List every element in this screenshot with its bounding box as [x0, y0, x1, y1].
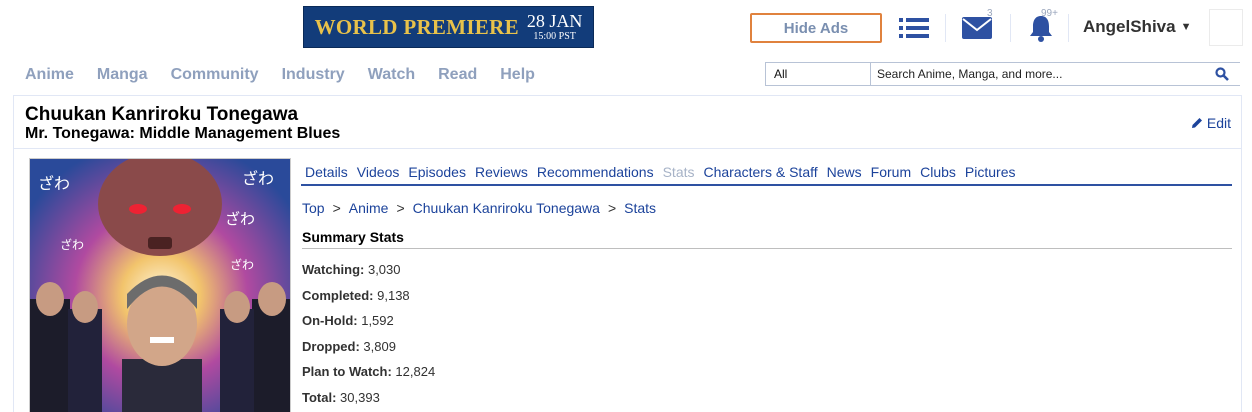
stat-plan-to-watch: Plan to Watch: 12,824 [302, 364, 435, 379]
svg-text:ざわ: ざわ [38, 174, 70, 193]
stat-completed: Completed: 9,138 [302, 288, 410, 303]
nav-anime[interactable]: Anime [25, 66, 74, 84]
page-subtitle: Mr. Tonegawa: Middle Management Blues [25, 125, 341, 142]
stat-value: 3,030 [367, 262, 401, 277]
stat-total: Total: 30,393 [302, 390, 380, 405]
tab-forum[interactable]: Forum [871, 164, 911, 184]
promo-banner[interactable]: WORLD PREMIERE 28 JAN 15:00 PST [303, 6, 594, 48]
avatar[interactable] [1209, 9, 1243, 46]
svg-text:ざわ: ざわ [225, 210, 255, 228]
notification-count-badge: 99+ [1041, 8, 1058, 19]
username: AngelShiva [1083, 17, 1176, 36]
tab-details[interactable]: Details [305, 164, 348, 184]
breadcrumb: Top > Anime > Chuukan Kanriroku Tonegawa > Sta… [302, 200, 656, 216]
header-divider [945, 14, 946, 42]
breadcrumb-separator: > [396, 200, 405, 216]
nav-manga[interactable]: Manga [97, 66, 148, 84]
svg-text:ざわ: ざわ [60, 237, 84, 252]
breadcrumb-anime[interactable]: Anime [349, 200, 389, 216]
search-input[interactable]: Search Anime, Manga, and more... [871, 62, 1240, 86]
stat-value: 1,592 [361, 313, 394, 328]
detail-tabs: Details Videos Episodes Reviews Recommen… [301, 164, 1232, 186]
promo-date: 28 JAN 15:00 PST [527, 12, 583, 42]
breadcrumb-separator: > [332, 200, 341, 216]
list-icon[interactable] [897, 12, 931, 44]
breadcrumb-separator: > [607, 200, 617, 216]
content-box: Chuukan Kanriroku Tonegawa Mr. Tonegawa:… [13, 95, 1242, 412]
stat-value: 30,393 [340, 390, 380, 405]
caret-down-icon: ▼ [1180, 21, 1192, 33]
search-icon[interactable] [1212, 64, 1232, 84]
nav-community[interactable]: Community [171, 66, 259, 84]
nav-help[interactable]: Help [500, 66, 535, 84]
breadcrumb-stats[interactable]: Stats [624, 200, 656, 216]
tab-episodes[interactable]: Episodes [408, 164, 466, 184]
stat-label: On-Hold: [302, 313, 358, 328]
summary-stats-heading: Summary Stats [302, 229, 1232, 249]
tab-stats[interactable]: Stats [663, 164, 695, 184]
stat-dropped: Dropped: 3,809 [302, 339, 396, 354]
tab-characters-staff[interactable]: Characters & Staff [704, 164, 818, 184]
promo-headline: WORLD PREMIERE [314, 14, 519, 39]
user-menu[interactable]: AngelShiva ▼ [1083, 17, 1191, 37]
tab-reviews[interactable]: Reviews [475, 164, 528, 184]
mail-count-badge: 3 [987, 8, 993, 19]
svg-text:ざわ: ざわ [242, 169, 274, 188]
hide-ads-button[interactable]: Hide Ads [750, 13, 882, 43]
promo-date-day: 28 JAN [526, 11, 583, 31]
nav-industry[interactable]: Industry [282, 66, 345, 84]
stat-label: Watching: [302, 262, 365, 277]
stat-label: Total: [302, 390, 337, 405]
stat-value: 12,824 [395, 364, 436, 379]
tab-clubs[interactable]: Clubs [920, 164, 956, 184]
breadcrumb-title[interactable]: Chuukan Kanriroku Tonegawa [413, 200, 600, 216]
edit-label: Edit [1206, 115, 1231, 131]
tab-videos[interactable]: Videos [357, 164, 400, 184]
stat-label: Dropped: [302, 339, 360, 354]
tab-recommendations[interactable]: Recommendations [537, 164, 654, 184]
svg-text:ざわ: ざわ [230, 257, 254, 272]
promo-date-time: 15:00 PST [533, 31, 576, 42]
anime-poster-image[interactable]: ざわ ざわ ざわ ざわ ざわ [29, 158, 291, 412]
tab-pictures[interactable]: Pictures [965, 164, 1016, 184]
stat-value: 3,809 [363, 339, 396, 354]
header-divider [1010, 14, 1011, 42]
nav-watch[interactable]: Watch [368, 66, 415, 84]
stat-watching: Watching: 3,030 [302, 262, 401, 277]
stat-on-hold: On-Hold: 1,592 [302, 313, 394, 328]
page-title: Chuukan Kanriroku Tonegawa [25, 104, 299, 125]
tab-news[interactable]: News [827, 164, 862, 184]
stat-value: 9,138 [377, 288, 410, 303]
stat-label: Plan to Watch: [302, 364, 392, 379]
title-bar: Chuukan Kanriroku Tonegawa Mr. Tonegawa:… [14, 96, 1241, 149]
search-category-select[interactable]: All [765, 62, 871, 86]
edit-button[interactable]: Edit [1191, 115, 1231, 131]
pencil-icon [1191, 118, 1202, 128]
stat-label: Completed: [302, 288, 374, 303]
nav-read[interactable]: Read [438, 66, 477, 84]
breadcrumb-top[interactable]: Top [302, 200, 325, 216]
header-divider [1068, 14, 1069, 42]
main-nav: Anime Manga Community Industry Watch Rea… [12, 66, 545, 84]
